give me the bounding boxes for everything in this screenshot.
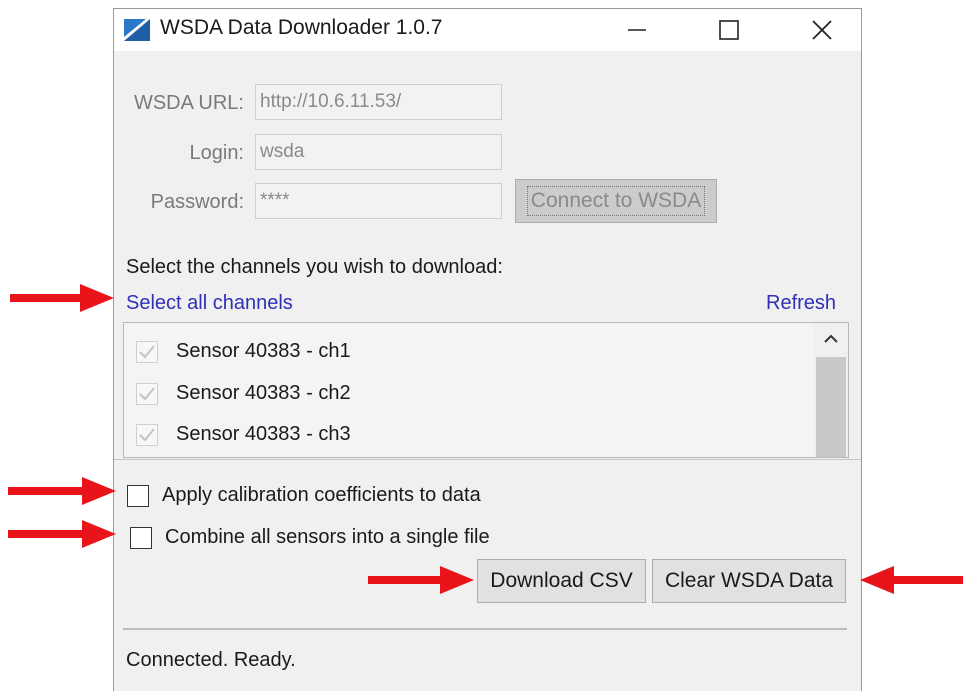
arrow-right-icon: [8, 477, 116, 505]
combine-checkbox[interactable]: [130, 527, 152, 549]
password-label: Password:: [150, 191, 244, 213]
arrow-left-icon: [860, 566, 963, 594]
close-button[interactable]: [799, 9, 845, 51]
login-label: Login:: [189, 142, 245, 164]
login-field[interactable]: [255, 134, 502, 170]
checkmark-icon: [139, 345, 155, 359]
app-window: WSDA Data Downloader 1.0.7 WSDA URL: Log…: [113, 8, 862, 691]
scroll-up-button[interactable]: [814, 323, 848, 355]
channels-prompt: Select the channels you wish to download…: [126, 256, 503, 278]
status-text: Connected. Ready.: [126, 649, 296, 671]
clear-wsda-data-button[interactable]: Clear WSDA Data: [652, 559, 846, 603]
combine-label: Combine all sensors into a single file: [165, 526, 490, 548]
title-bar: WSDA Data Downloader 1.0.7: [114, 9, 861, 51]
minimize-button[interactable]: [614, 9, 660, 51]
channel-label: Sensor 40383 - ch3: [176, 423, 351, 445]
list-item[interactable]: Sensor 40383 - ch3: [130, 416, 810, 454]
password-field[interactable]: [255, 183, 502, 219]
vertical-scrollbar[interactable]: [814, 323, 848, 457]
url-label: WSDA URL:: [133, 92, 244, 114]
channel-list[interactable]: Sensor 40383 - ch1 Sensor 40383 - ch2 Se…: [123, 322, 849, 458]
maximize-icon: [719, 20, 739, 40]
channel-checkbox[interactable]: [136, 341, 158, 363]
download-csv-button[interactable]: Download CSV: [477, 559, 646, 603]
divider: [114, 459, 861, 460]
window-title: WSDA Data Downloader 1.0.7: [160, 16, 443, 39]
arrow-right-icon: [8, 520, 116, 548]
scroll-thumb[interactable]: [816, 357, 846, 457]
close-icon: [812, 20, 832, 40]
list-item[interactable]: Sensor 40383 - ch1: [130, 333, 810, 371]
calibration-label: Apply calibration coefficients to data: [162, 484, 481, 506]
app-logo-icon: [124, 19, 150, 41]
divider: [123, 628, 847, 630]
maximize-button[interactable]: [706, 9, 752, 51]
url-field[interactable]: [255, 84, 502, 120]
select-all-channels-link[interactable]: Select all channels: [126, 292, 293, 315]
channel-label: Sensor 40383 - ch2: [176, 382, 351, 404]
checkmark-icon: [139, 387, 155, 401]
channel-checkbox[interactable]: [136, 424, 158, 446]
connect-button[interactable]: Connect to WSDA: [515, 179, 717, 223]
arrow-right-icon: [368, 566, 474, 594]
refresh-link[interactable]: Refresh: [766, 292, 836, 315]
channel-checkbox[interactable]: [136, 383, 158, 405]
minimize-icon: [628, 29, 646, 31]
connect-button-label: Connect to WSDA: [526, 186, 706, 216]
calibration-checkbox[interactable]: [127, 485, 149, 507]
arrow-right-icon: [10, 284, 114, 312]
checkmark-icon: [139, 428, 155, 442]
chevron-up-icon: [824, 334, 838, 343]
list-item[interactable]: Sensor 40383 - ch2: [130, 375, 810, 413]
channel-label: Sensor 40383 - ch1: [176, 340, 351, 362]
